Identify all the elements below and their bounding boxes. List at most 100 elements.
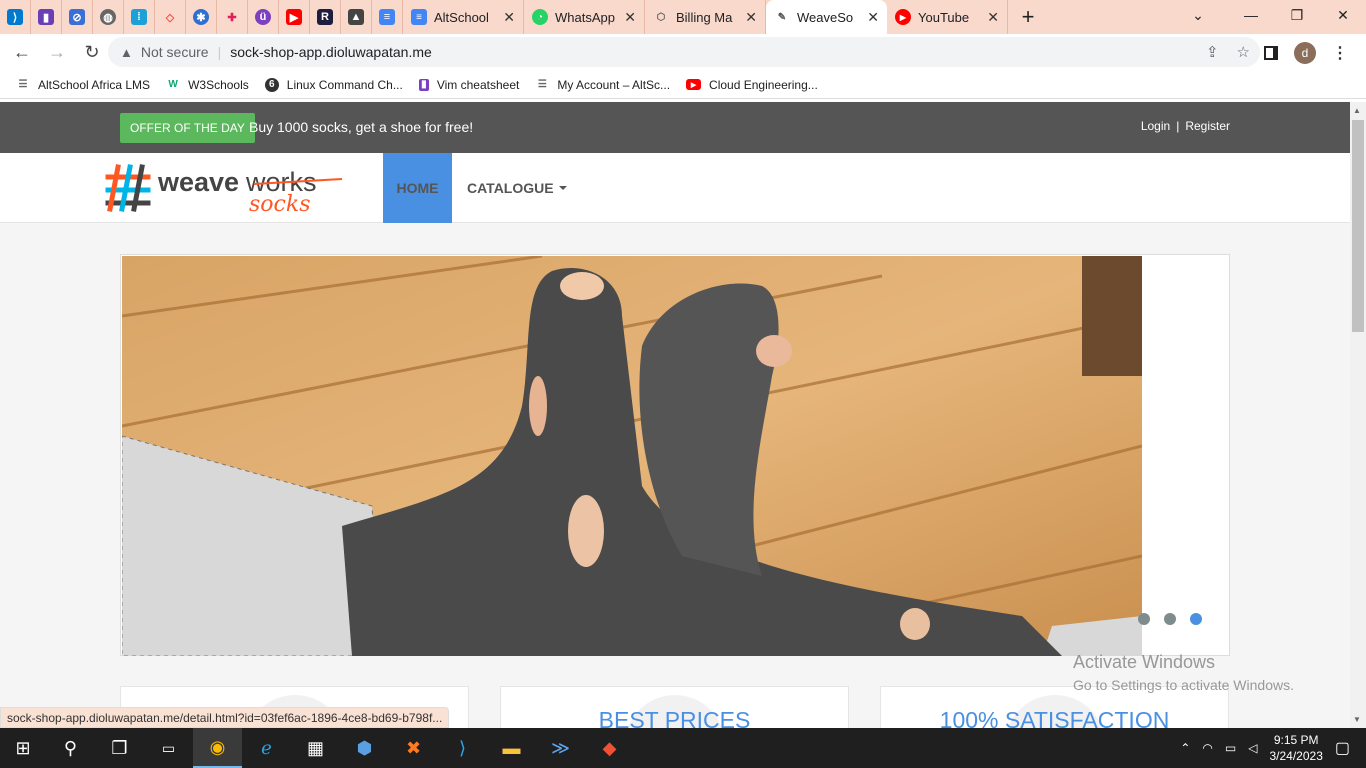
scroll-down-arrow-icon[interactable]: ▼: [1353, 715, 1361, 724]
pinned-tab-2[interactable]: ⊘: [62, 0, 93, 34]
clock[interactable]: 9:15 PM 3/24/2023: [1269, 732, 1322, 764]
new-tab-button[interactable]: +: [1008, 0, 1048, 34]
minimize-button[interactable]: —: [1228, 0, 1274, 30]
pinned-tab-7[interactable]: ✚: [217, 0, 248, 34]
offer-of-the-day-button[interactable]: OFFER OF THE DAY: [120, 113, 255, 143]
side-panel-icon[interactable]: [1264, 45, 1278, 60]
virtualbox-icon[interactable]: ⬢: [340, 728, 389, 768]
close-icon[interactable]: ✕: [503, 9, 515, 26]
pinned-tab-9[interactable]: ▶: [279, 0, 310, 34]
bookmark-label: Vim cheatsheet: [436, 77, 520, 92]
register-link[interactable]: Register: [1185, 119, 1230, 133]
close-icon[interactable]: ✕: [867, 9, 879, 26]
tab-weavesocks[interactable]: ✎ WeaveSo ✕: [766, 0, 887, 34]
activate-windows-watermark: Activate Windows Go to Settings to activ…: [1073, 652, 1294, 693]
edge-icon[interactable]: ℯ: [242, 728, 291, 768]
close-icon[interactable]: ✕: [987, 9, 999, 26]
tab-altschool[interactable]: ≡ AltSchool ✕: [403, 0, 524, 34]
bookmark-my-account[interactable]: ☰ My Account – AltSc...: [535, 78, 670, 92]
scroll-up-arrow-icon[interactable]: ▲: [1353, 106, 1361, 115]
notification-icon[interactable]: ▢: [1335, 738, 1350, 758]
vscode-icon[interactable]: ⟩: [438, 728, 487, 768]
nav-catalogue[interactable]: CATALOGUE: [467, 153, 567, 223]
graduation-icon: ▲: [348, 9, 364, 25]
menu-kebab-icon[interactable]: ⋮: [1332, 43, 1348, 63]
carousel-dot-3[interactable]: [1190, 613, 1202, 625]
globe-icon: ◍: [100, 9, 116, 25]
close-icon[interactable]: ✕: [624, 9, 636, 26]
tab-whatsapp[interactable]: ◔ WhatsApp ✕: [524, 0, 645, 34]
weaveworks-socks-logo[interactable]: weave works socks: [104, 163, 344, 217]
file-explorer-icon[interactable]: ▬: [487, 728, 536, 768]
scrollbar-thumb[interactable]: [1352, 120, 1364, 332]
terminal-icon[interactable]: ▭: [144, 728, 193, 768]
share-icon[interactable]: ⇪: [1206, 43, 1219, 61]
warning-icon[interactable]: ▲: [120, 45, 133, 60]
system-tray: ⌃ ◠ ▭ ◁ 9:15 PM 3/24/2023 ▢: [1180, 728, 1366, 768]
xampp-icon[interactable]: ✖: [389, 728, 438, 768]
replit-icon: R: [317, 9, 333, 25]
restore-button[interactable]: ❐: [1274, 0, 1320, 30]
url-text[interactable]: sock-shop-app.dioluwapatan.me: [230, 44, 432, 60]
pinned-tab-3[interactable]: ◍: [93, 0, 124, 34]
search-icon[interactable]: ⚲: [46, 728, 95, 768]
reload-icon[interactable]: ↻: [76, 37, 108, 69]
logo-mark-icon: weave works socks: [105, 164, 343, 217]
pinned-tab-11[interactable]: ▲: [341, 0, 372, 34]
tab-billing[interactable]: ⬡ Billing Ma ✕: [645, 0, 766, 34]
w3schools-icon: W: [168, 79, 178, 90]
pinned-tab-vscode[interactable]: ⟩: [0, 0, 31, 34]
close-window-button[interactable]: ✕: [1320, 0, 1366, 30]
pinned-tab-10[interactable]: R: [310, 0, 341, 34]
youtube-icon: ▶: [286, 9, 302, 25]
tab-youtube[interactable]: ▶ YouTube ✕: [887, 0, 1008, 34]
pinned-tab-1[interactable]: ▮: [31, 0, 62, 34]
app-icon: ▮: [38, 9, 54, 25]
site-navbar: weave works socks HOME CATALOGUE: [0, 153, 1350, 223]
tab-search-chevron-icon[interactable]: ⌄: [1168, 0, 1228, 30]
bookmark-linux-command[interactable]: 6 Linux Command Ch...: [264, 77, 403, 92]
volume-icon[interactable]: ◁: [1248, 741, 1257, 755]
whatsapp-icon: ◔: [532, 9, 548, 25]
page-scrollbar[interactable]: ▲ ▼: [1350, 102, 1366, 728]
pinned-tab-6[interactable]: ✱: [186, 0, 217, 34]
bookmark-vim-cheatsheet[interactable]: ▮ Vim cheatsheet: [418, 77, 520, 92]
security-label[interactable]: Not secure: [141, 44, 209, 60]
bookmark-cloud-engineering[interactable]: ▶ Cloud Engineering...: [686, 78, 818, 92]
bookmark-w3schools[interactable]: W W3Schools: [166, 77, 249, 92]
task-view-icon[interactable]: ❐: [95, 728, 144, 768]
hero-carousel[interactable]: [120, 254, 1230, 656]
carousel-dot-2[interactable]: [1164, 613, 1176, 625]
chevron-up-icon[interactable]: ⌃: [1180, 741, 1190, 755]
pinned-tab-12[interactable]: ≡: [372, 0, 403, 34]
pinned-tab-4[interactable]: ⁞: [124, 0, 155, 34]
bookmark-label: Linux Command Ch...: [286, 77, 403, 92]
pinned-tab-5[interactable]: ◇: [155, 0, 186, 34]
login-link[interactable]: Login: [1141, 119, 1170, 133]
auth-links: Login | Register: [1141, 119, 1230, 133]
pinned-tab-8[interactable]: ü: [248, 0, 279, 34]
windows-start-icon[interactable]: ⊞: [0, 728, 46, 768]
avatar[interactable]: d: [1294, 41, 1316, 64]
git-icon[interactable]: ◆: [585, 728, 634, 768]
address-bar[interactable]: ▲ Not secure | sock-shop-app.dioluwapata…: [108, 37, 1260, 67]
gear-icon: ✱: [193, 9, 209, 25]
bookmark-altschool-lms[interactable]: ☰ AltSchool Africa LMS: [16, 78, 151, 92]
youtube-icon: ▶: [686, 79, 702, 90]
back-arrow-icon[interactable]: ←: [6, 37, 38, 69]
powershell-icon[interactable]: ≫: [536, 728, 585, 768]
hero-image-socks[interactable]: [122, 256, 1142, 656]
carousel-dot-1[interactable]: [1138, 613, 1150, 625]
offer-text: Buy 1000 socks, get a shoe for free!: [249, 119, 474, 135]
bookmark-label: W3Schools: [188, 77, 249, 92]
chrome-icon[interactable]: ◉: [193, 728, 242, 768]
store-icon[interactable]: ▦: [291, 728, 340, 768]
window-controls: ⌄ — ❐ ✕: [1168, 0, 1366, 30]
folder-icon: ☰: [18, 79, 28, 90]
nav-home[interactable]: HOME: [383, 153, 452, 223]
wifi-icon[interactable]: ◠: [1202, 741, 1212, 755]
close-icon[interactable]: ✕: [745, 9, 757, 26]
forward-arrow-icon[interactable]: →: [41, 37, 73, 69]
bookmark-star-icon[interactable]: ☆: [1237, 43, 1250, 61]
battery-icon[interactable]: ▭: [1225, 741, 1236, 755]
